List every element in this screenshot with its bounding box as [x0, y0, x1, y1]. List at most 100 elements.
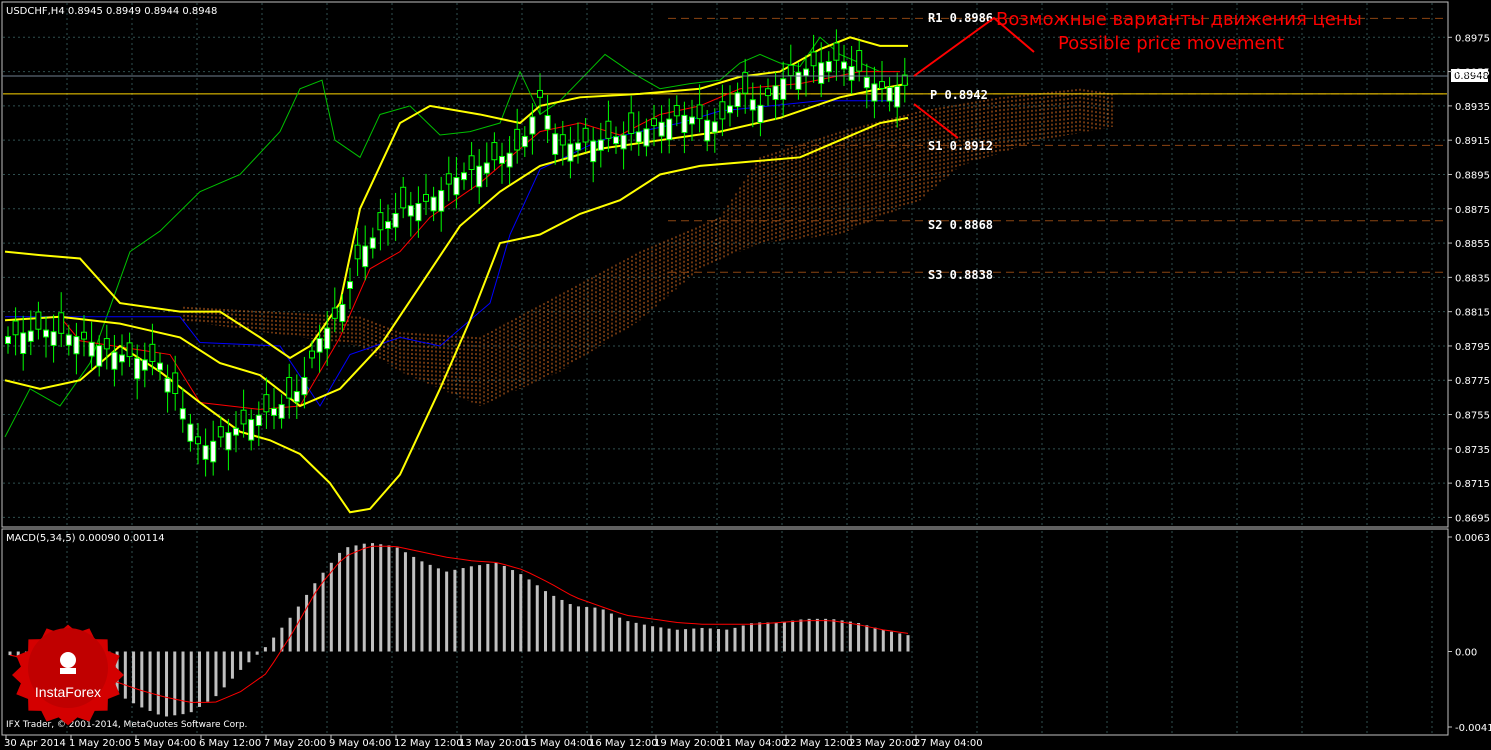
candle-body: [879, 81, 885, 89]
macd-signal-line: [9, 545, 909, 703]
candle-body: [377, 212, 384, 231]
macd-bar: [206, 651, 210, 702]
candle-body: [856, 50, 863, 72]
candle-body: [96, 345, 103, 367]
pivot-label-r1: R1 0.8986: [928, 11, 993, 25]
candle-body: [88, 341, 95, 357]
candle-body: [711, 121, 718, 133]
candle-body: [354, 244, 361, 260]
candle-body: [772, 85, 779, 101]
macd-bar: [906, 635, 910, 652]
candle-body: [141, 359, 148, 371]
candle-body: [537, 89, 543, 98]
candle-body: [643, 128, 650, 147]
candle-body: [5, 336, 11, 345]
time-tick-label: 13 May 20:00: [459, 738, 528, 749]
macd-bar: [247, 651, 251, 663]
price-tick-label: 0.8755: [1455, 411, 1490, 422]
candle-body: [491, 142, 498, 161]
time-tick-label: 22 May 12:00: [784, 738, 853, 749]
macd-bar: [601, 609, 605, 652]
candle-body: [286, 377, 293, 399]
candle-body: [240, 409, 247, 425]
candle-body: [385, 221, 391, 229]
candle-body: [187, 423, 194, 442]
macd-bar: [741, 625, 745, 652]
candle-body: [179, 408, 186, 420]
candle-body: [392, 212, 399, 228]
candle-body: [255, 414, 262, 427]
macd-bar: [634, 622, 638, 652]
candle-body: [863, 76, 870, 89]
macd-bar: [222, 651, 226, 688]
macd-bar: [453, 569, 457, 652]
macd-bar: [412, 556, 416, 652]
candle-body: [461, 172, 467, 181]
candle-body: [225, 432, 232, 451]
macd-bar: [420, 561, 424, 652]
time-tick-label: 16 May 12:00: [589, 738, 658, 749]
candle-body: [445, 173, 452, 185]
chart-canvas[interactable]: 0.8948 R1 0.8986 P 0.8942 S1 0.8912 S2 0…: [0, 0, 1491, 750]
pivot-lines: [3, 17, 1447, 273]
candle-body: [719, 101, 726, 120]
macd-panel-frame: [1, 528, 1449, 736]
instaforex-logo: InstaForex: [12, 624, 124, 726]
price-tick-label: 0.8795: [1455, 342, 1490, 353]
candle-body: [666, 118, 673, 141]
macd-bar: [758, 622, 762, 652]
macd-bar: [8, 651, 12, 656]
macd-bar: [840, 620, 844, 652]
candle-body: [415, 203, 422, 222]
candle-body: [331, 307, 338, 319]
candle-body: [423, 193, 429, 202]
candle-body: [818, 62, 825, 84]
macd-bar: [379, 544, 383, 652]
price-tick-label: 0.8915: [1455, 136, 1490, 147]
time-tick-label: 21 May 04:00: [719, 738, 788, 749]
macd-bar: [774, 622, 778, 652]
macd-bar: [675, 629, 679, 652]
macd-bar: [428, 564, 432, 652]
macd-bar: [832, 619, 836, 652]
candle-body: [590, 140, 597, 163]
macd-bar: [651, 626, 655, 652]
candle-body: [514, 128, 521, 151]
price-tick-label: 0.8895: [1455, 170, 1490, 181]
macd-bar: [544, 591, 548, 652]
macd-bar: [403, 552, 407, 652]
pivot-label-s2: S2 0.8868: [928, 218, 993, 232]
macd-bar: [296, 606, 300, 652]
candle-body: [316, 337, 323, 353]
macd-bar: [436, 568, 440, 652]
macd-bar: [881, 629, 885, 652]
candle-body: [119, 354, 125, 363]
price-tick-label: 0.8715: [1455, 479, 1490, 490]
macd-bar: [173, 651, 177, 716]
macd-bar: [898, 633, 902, 652]
candle-body: [582, 127, 589, 143]
candle-body: [339, 303, 346, 323]
macd-bar: [552, 595, 556, 652]
candlesticks[interactable]: [5, 29, 908, 477]
macd-bar: [156, 651, 160, 715]
macd-bar: [519, 574, 523, 652]
macd-bar: [857, 623, 861, 652]
macd-bar: [255, 651, 259, 655]
price-tick-label: 0.8695: [1455, 513, 1490, 524]
candle-body: [217, 426, 224, 438]
candle-body: [499, 155, 505, 164]
candle-body: [696, 104, 703, 120]
macd-bar: [667, 628, 671, 652]
pivot-label-s3: S3 0.8838: [928, 268, 993, 282]
candle-body: [195, 436, 201, 445]
macd-bar: [123, 651, 127, 699]
candle-body: [673, 105, 680, 117]
macd-bar: [395, 547, 399, 652]
annotation-english: Possible price movement: [1058, 33, 1284, 54]
macd-bar: [717, 629, 721, 652]
macd-bar: [708, 628, 712, 652]
macd-bar: [165, 651, 169, 717]
macd-bar: [626, 621, 630, 652]
time-tick-label: 27 May 04:00: [914, 738, 983, 749]
